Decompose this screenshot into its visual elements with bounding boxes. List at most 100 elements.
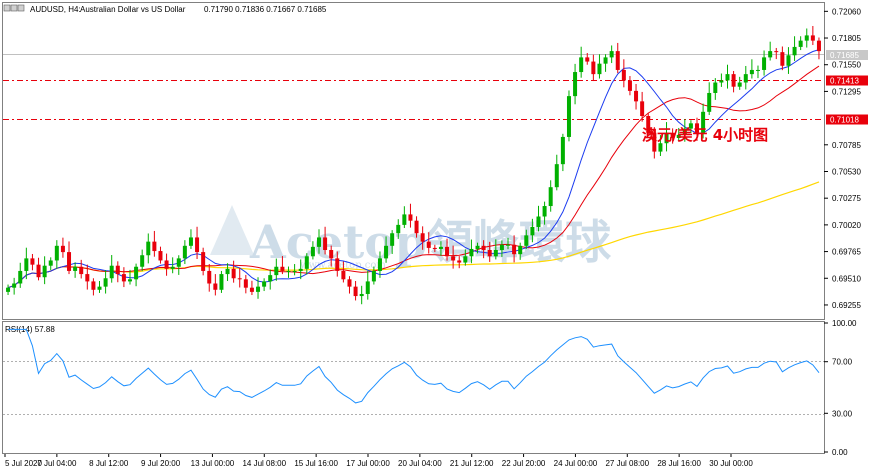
candle-body — [329, 250, 334, 259]
candle-body — [658, 143, 663, 152]
candle-body — [816, 40, 821, 52]
price-label-71413: 0.71413 — [826, 75, 868, 86]
candle-body — [127, 279, 132, 282]
price-label-71018: 0.71018 — [826, 114, 868, 125]
candle-body — [499, 244, 504, 251]
candle-body — [365, 281, 370, 294]
rsi-axis: 100.00 70.00 30.00 0.00 — [824, 319, 857, 457]
candle-body — [237, 278, 242, 280]
candle-body — [91, 281, 96, 290]
candle-body — [292, 270, 297, 272]
candle-body — [487, 250, 492, 257]
candle-body — [207, 270, 212, 284]
candle-body — [420, 233, 425, 242]
candle-body — [774, 51, 779, 53]
candle-body — [213, 283, 218, 290]
candle-body — [73, 266, 78, 271]
candle-body — [79, 266, 84, 275]
time-tick-label: 14 Jul 08:00 — [242, 459, 286, 468]
symbol-description: Australian Dollar vs US Dollar — [80, 5, 186, 14]
price-tick-label: 0.70020 — [832, 221, 861, 230]
candle-body — [566, 96, 571, 137]
candle-body — [286, 270, 291, 272]
candle-body — [786, 55, 791, 66]
symbol-icon[interactable] — [3, 4, 11, 12]
trading-chart[interactable]: AUDUSD, H4: Australian Dollar vs US Doll… — [0, 0, 870, 470]
candle-body — [713, 82, 718, 93]
candle-body — [6, 287, 11, 292]
candle-body — [438, 246, 443, 249]
rsi-tick-label: 0.00 — [832, 448, 848, 457]
candle-body — [121, 274, 126, 282]
candle-body — [134, 266, 139, 280]
candle-body — [719, 80, 724, 83]
candle — [566, 90, 571, 142]
price-tick-label: 0.70785 — [832, 141, 861, 150]
candle-body — [85, 274, 90, 282]
candle-body — [536, 216, 541, 227]
candle-body — [621, 69, 626, 81]
chart-annotation: 澳元/美元 4小时图 — [642, 126, 768, 144]
price-tick-label: 0.71550 — [832, 61, 861, 70]
candle-body — [18, 270, 23, 284]
candle-body — [316, 237, 321, 247]
time-tick-label: 9 Jul 20:00 — [141, 459, 181, 468]
time-tick-label: 30 Jul 00:00 — [709, 459, 753, 468]
candle-body — [481, 245, 486, 251]
candle-body — [60, 245, 65, 253]
candle-body — [548, 187, 553, 207]
price-tick-label: 0.72060 — [832, 7, 861, 16]
candle-body — [780, 52, 785, 66]
candle-body — [524, 235, 529, 246]
candle-body — [67, 252, 72, 271]
candle-body — [54, 245, 59, 261]
candle-body — [768, 51, 773, 58]
time-tick-label: 27 Jul 08:00 — [605, 459, 649, 468]
candle-body — [298, 268, 303, 271]
candle-body — [42, 265, 47, 278]
candle-body — [743, 74, 748, 83]
candle-body — [109, 265, 114, 279]
candle-body — [48, 260, 53, 266]
candle-body — [749, 69, 754, 75]
time-axis[interactable]: 5 Jul 20207 Jul 04:00 8 Jul 12:00 9 Jul 20… — [4, 454, 753, 468]
candle-body — [225, 268, 230, 275]
time-tick-label: 24 Jul 00:00 — [554, 459, 598, 468]
candle-body — [731, 74, 736, 87]
candle-body — [182, 245, 187, 259]
rsi-frame[interactable] — [2, 321, 825, 454]
candle-body — [323, 237, 328, 251]
candle-body — [402, 214, 407, 225]
candle-body — [573, 72, 578, 97]
time-tick-label: 22 Jul 20:00 — [502, 459, 546, 468]
symbol-timeframe: AUDUSD, H4: — [30, 5, 81, 14]
candle-body — [115, 265, 120, 275]
candle-body — [762, 57, 767, 70]
candle-body — [463, 256, 468, 263]
price-tick-label: 0.70530 — [832, 167, 861, 176]
candle-body — [615, 51, 620, 70]
candle-body — [560, 136, 565, 165]
candle-body — [591, 61, 596, 75]
time-tick-label: 20 Jul 04:00 — [398, 459, 442, 468]
candle-body — [609, 51, 614, 58]
chart-header: AUDUSD, H4: Australian Dollar vs US Doll… — [3, 4, 327, 14]
candle-body — [243, 279, 248, 288]
candle-body — [341, 270, 346, 280]
time-tick-label: 21 Jul 12:00 — [450, 459, 494, 468]
candle-body — [518, 245, 523, 255]
candle-body — [188, 237, 193, 246]
candle-body — [414, 220, 419, 234]
candle-body — [512, 244, 517, 255]
symbol-icon-3[interactable] — [17, 4, 25, 12]
candle-body — [451, 256, 456, 261]
candle-body — [530, 226, 535, 236]
candle-body — [353, 286, 358, 297]
time-tick-label: 15 Jul 16:00 — [294, 459, 338, 468]
candle-body — [195, 237, 200, 253]
price-tick-label: 0.69510 — [832, 274, 861, 283]
symbol-icon-2[interactable] — [10, 4, 18, 12]
candle-body — [146, 241, 151, 256]
candle-body — [579, 57, 584, 73]
candle-body — [804, 35, 809, 41]
